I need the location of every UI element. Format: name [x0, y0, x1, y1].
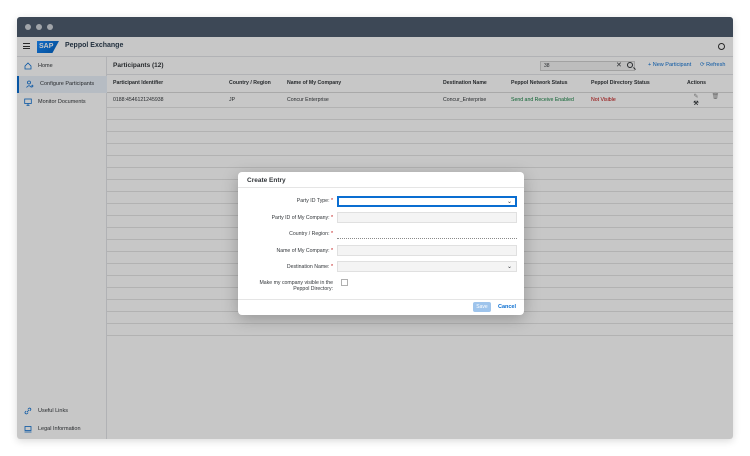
- app-window: SAP Peppol Exchange Home Configure Parti…: [17, 17, 733, 439]
- destination-name-select[interactable]: ⌄: [337, 261, 517, 272]
- dialog-header-divider: [238, 187, 524, 188]
- directory-visibility-label: Make my company visible in the Peppol Di…: [259, 280, 333, 292]
- country-region-label: Country / Region: *: [289, 231, 333, 237]
- save-button[interactable]: Save: [473, 302, 491, 312]
- company-name-label: Name of My Company: *: [276, 248, 333, 254]
- country-region-input[interactable]: [337, 228, 517, 239]
- create-entry-dialog: Create Entry Party ID Type: * ⌄ Party ID…: [238, 172, 524, 315]
- party-id-input[interactable]: [337, 212, 517, 223]
- directory-visibility-checkbox[interactable]: [341, 279, 348, 286]
- company-name-input[interactable]: [337, 245, 517, 256]
- field-label-text: Destination Name:: [286, 264, 330, 270]
- required-marker: *: [330, 231, 333, 237]
- field-label-text: Party ID Type:: [296, 198, 330, 204]
- dialog-footer-divider: [238, 299, 524, 300]
- field-label-text: Name of My Company:: [276, 248, 330, 254]
- required-marker: *: [330, 248, 333, 254]
- chevron-down-icon: ⌄: [506, 264, 512, 270]
- cancel-button[interactable]: Cancel: [496, 302, 518, 312]
- required-marker: *: [330, 215, 333, 221]
- party-id-label: Party ID of My Company: *: [272, 215, 333, 221]
- party-id-type-select[interactable]: ⌄: [337, 196, 517, 207]
- destination-name-label: Destination Name: *: [287, 264, 333, 270]
- visibility-label-line: Peppol Directory:: [293, 286, 333, 292]
- party-id-type-label: Party ID Type: *: [297, 198, 333, 204]
- field-label-text: Party ID of My Company:: [271, 215, 330, 221]
- required-marker: *: [330, 198, 333, 204]
- chevron-down-icon: ⌄: [506, 199, 512, 205]
- field-label-text: Country / Region:: [289, 231, 330, 237]
- required-marker: *: [330, 264, 333, 270]
- dialog-title: Create Entry: [247, 177, 286, 184]
